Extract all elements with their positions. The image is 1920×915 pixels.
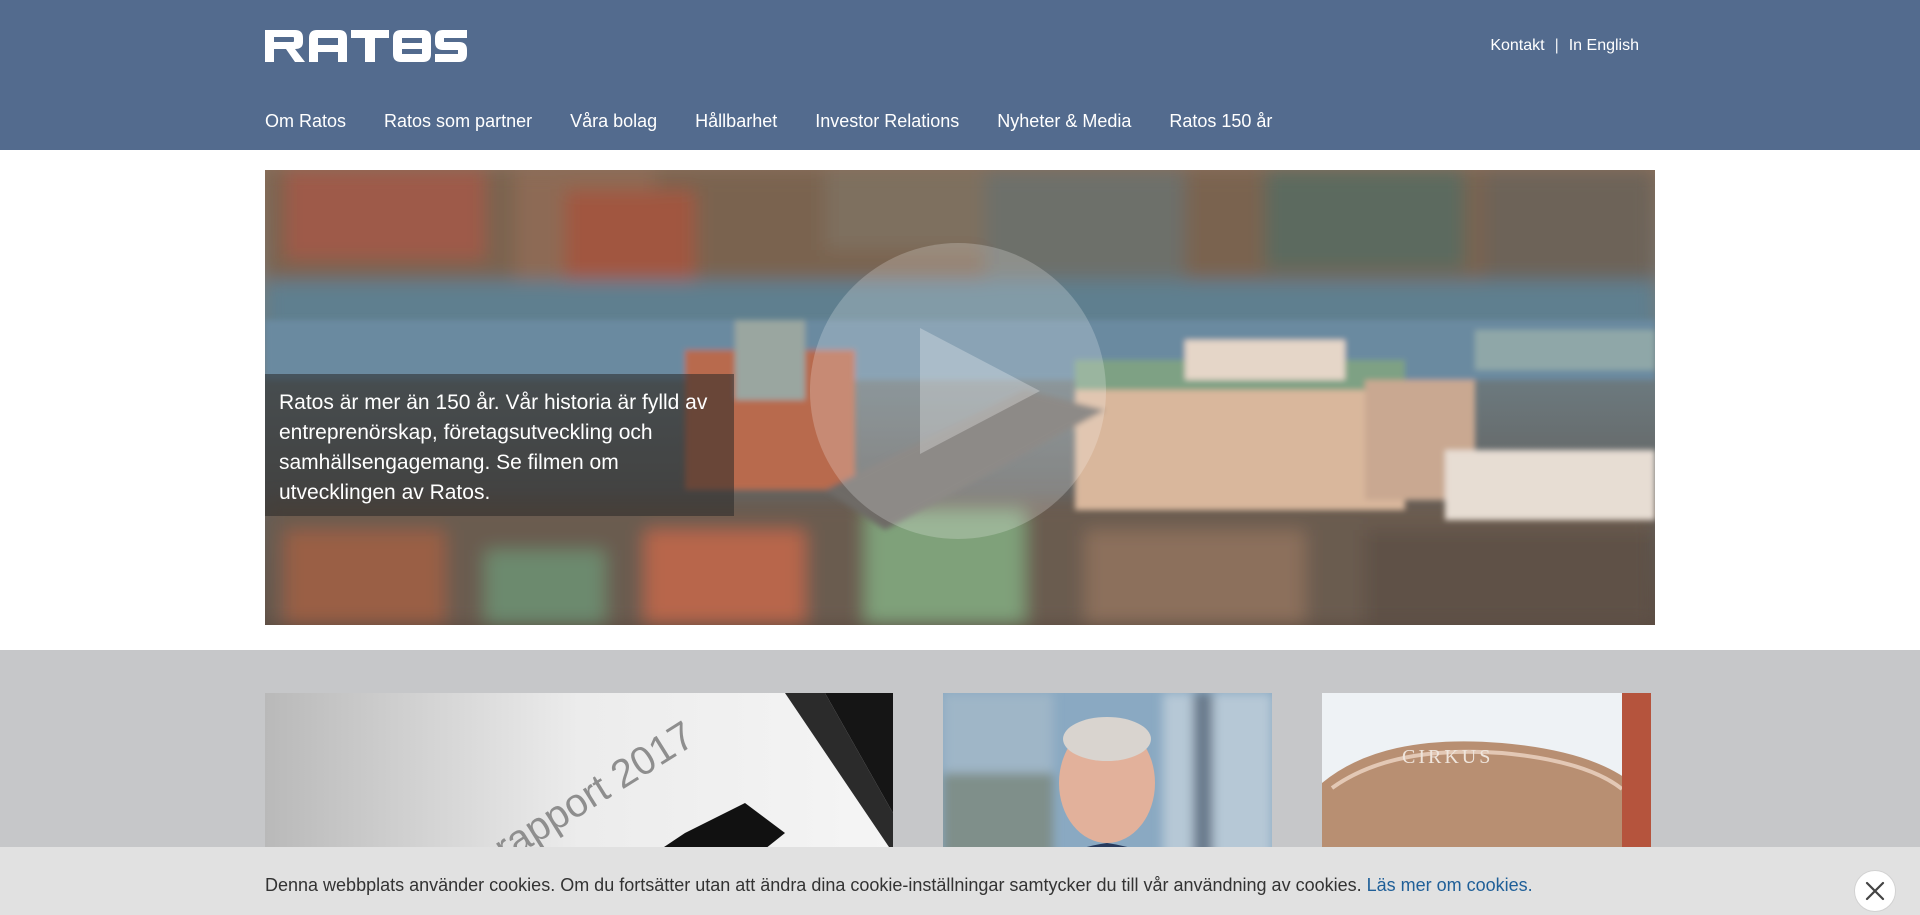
- logo-mark: [265, 30, 467, 62]
- nav-item-hallbarhet[interactable]: Hållbarhet: [695, 111, 777, 132]
- cirkus-sign-text: CIRKUS: [1402, 746, 1493, 768]
- cookie-message-text: Denna webbplats använder cookies. Om du …: [265, 875, 1362, 895]
- nav-item-investor-relations[interactable]: Investor Relations: [815, 111, 959, 132]
- play-icon: [920, 328, 1040, 454]
- cookie-read-more-link[interactable]: Läs mer om cookies.: [1367, 875, 1533, 895]
- play-button[interactable]: [810, 243, 1106, 539]
- english-link[interactable]: In English: [1569, 37, 1639, 55]
- hero-caption: Ratos är mer än 150 år. Vår historia är …: [265, 374, 734, 516]
- main-nav: Om Ratos Ratos som partner Våra bolag Hå…: [265, 111, 1272, 132]
- nav-item-ratos-som-partner[interactable]: Ratos som partner: [384, 111, 532, 132]
- ratos-logo[interactable]: [265, 30, 467, 62]
- contact-link[interactable]: Kontakt: [1490, 37, 1544, 55]
- cookie-close-button[interactable]: [1854, 870, 1896, 912]
- nav-item-nyheter-media[interactable]: Nyheter & Media: [997, 111, 1131, 132]
- utility-links: Kontakt | In English: [1490, 37, 1639, 55]
- nav-item-om-ratos[interactable]: Om Ratos: [265, 111, 346, 132]
- cookie-banner: Denna webbplats använder cookies. Om du …: [0, 847, 1920, 915]
- close-icon: [1865, 881, 1885, 901]
- link-separator: |: [1554, 37, 1559, 54]
- site-header: Kontakt | In English Om Ratos Ratos som …: [0, 0, 1920, 150]
- cookie-message: Denna webbplats använder cookies. Om du …: [265, 875, 1533, 896]
- nav-item-ratos-150[interactable]: Ratos 150 år: [1169, 111, 1272, 132]
- nav-item-vara-bolag[interactable]: Våra bolag: [570, 111, 657, 132]
- hero-video[interactable]: Ratos är mer än 150 år. Vår historia är …: [265, 170, 1655, 625]
- hero-caption-text: Ratos är mer än 150 år. Vår historia är …: [279, 391, 708, 504]
